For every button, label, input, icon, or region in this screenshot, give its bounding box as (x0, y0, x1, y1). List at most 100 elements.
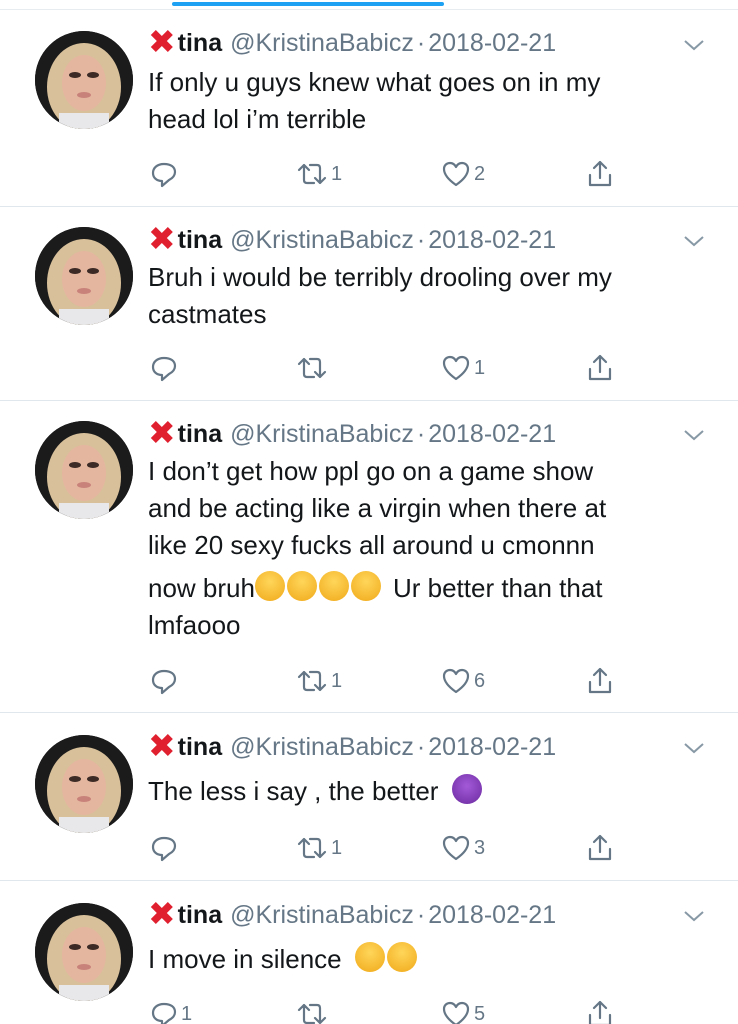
share-button[interactable] (586, 666, 614, 696)
like-button[interactable]: 5 (441, 999, 485, 1024)
avatar[interactable] (35, 903, 133, 1001)
tweet-5[interactable]: ✖tina @KristinaBabicz · 2018-02-21 I move i… (0, 881, 738, 1024)
shushing-face-emoji (386, 942, 417, 972)
tweet-date[interactable]: 2018-02-21 (428, 226, 556, 254)
tweet-4[interactable]: ✖tina @KristinaBabicz · 2018-02-21 The less… (0, 713, 738, 881)
heart-icon (442, 161, 470, 187)
avatar-photo (35, 735, 133, 833)
chevron-down-icon[interactable] (681, 738, 707, 758)
display-name[interactable]: tina (178, 733, 222, 761)
retweet-button[interactable]: 1 (296, 833, 342, 863)
reply-button[interactable] (150, 833, 181, 863)
timeline-screen: ✖tina @KristinaBabicz · 2018-02-21 If only … (0, 0, 738, 1024)
weary-face-emoji (350, 571, 381, 601)
retweet-button[interactable] (296, 999, 331, 1024)
tweet-line: lmfaooo (148, 610, 241, 640)
top-tab-bar (0, 0, 738, 10)
like-count: 1 (474, 356, 486, 379)
tweet-date[interactable]: 2018-02-21 (428, 901, 556, 929)
heart-icon (442, 835, 470, 861)
avatar[interactable] (35, 735, 133, 833)
tweet-1[interactable]: ✖tina @KristinaBabicz · 2018-02-21 If only … (0, 10, 738, 207)
red-x-icon: ✖ (148, 23, 176, 60)
tweet-date[interactable]: 2018-02-21 (428, 733, 556, 761)
tweet-line: The less i say , the better (148, 776, 439, 806)
tweet-actions: 1 2 (0, 159, 738, 189)
user-handle[interactable]: @KristinaBabicz (230, 226, 414, 254)
like-button[interactable]: 1 (441, 353, 485, 383)
heart-icon (442, 1001, 470, 1024)
tweet-actions: 1 3 (0, 833, 738, 863)
display-name[interactable]: tina (178, 901, 222, 929)
reply-button[interactable] (150, 666, 181, 696)
tweet-line: like 20 sexy fucks all around u cmonnn (148, 530, 595, 560)
avatar-photo (35, 31, 133, 129)
tweet-header: ✖tina @KristinaBabicz · 2018-02-21 (148, 897, 556, 931)
tweet-header: ✖tina @KristinaBabicz · 2018-02-21 (148, 729, 556, 763)
red-x-icon: ✖ (148, 727, 176, 764)
display-name[interactable]: tina (178, 226, 222, 254)
chevron-down-icon[interactable] (681, 425, 707, 445)
reply-button[interactable] (150, 353, 181, 383)
share-icon (588, 667, 612, 694)
shushing-face-emoji (354, 942, 385, 972)
separator-dot: · (416, 420, 426, 448)
like-count: 6 (474, 669, 486, 692)
retweet-count: 1 (331, 836, 343, 859)
like-button[interactable]: 2 (441, 159, 485, 189)
share-button[interactable] (586, 353, 614, 383)
tweet-actions: 1 6 (0, 666, 738, 696)
like-count: 3 (474, 836, 486, 859)
tweet-line: I don’t get how ppl go on a game show (148, 456, 594, 486)
avatar[interactable] (35, 227, 133, 325)
chevron-down-icon[interactable] (681, 906, 707, 926)
tweet-3[interactable]: ✖tina @KristinaBabicz · 2018-02-21 I don’t … (0, 401, 738, 713)
share-button[interactable] (586, 999, 614, 1024)
retweet-button[interactable]: 1 (296, 159, 342, 189)
display-name[interactable]: tina (178, 29, 222, 57)
user-handle[interactable]: @KristinaBabicz (230, 901, 414, 929)
like-button[interactable]: 6 (441, 666, 485, 696)
tweet-date[interactable]: 2018-02-21 (428, 420, 556, 448)
reply-icon (151, 162, 177, 188)
tweet-date[interactable]: 2018-02-21 (428, 29, 556, 57)
tweet-text: If only u guys knew what goes on in my h… (148, 64, 708, 138)
display-name[interactable]: tina (178, 420, 222, 448)
reply-button[interactable] (150, 159, 181, 189)
user-handle[interactable]: @KristinaBabicz (230, 420, 414, 448)
user-handle[interactable]: @KristinaBabicz (230, 29, 414, 57)
retweet-icon (297, 357, 327, 379)
separator-dot: · (416, 226, 426, 254)
heart-icon (442, 668, 470, 694)
reply-button[interactable]: 1 (150, 999, 192, 1024)
avatar-photo (35, 421, 133, 519)
user-handle[interactable]: @KristinaBabicz (230, 733, 414, 761)
chevron-down-icon[interactable] (681, 231, 707, 251)
retweet-icon (297, 163, 327, 185)
retweet-button[interactable] (296, 353, 331, 383)
share-button[interactable] (586, 159, 614, 189)
retweet-count: 1 (331, 669, 343, 692)
avatar[interactable] (35, 31, 133, 129)
chevron-down-icon[interactable] (681, 35, 707, 55)
retweet-button[interactable]: 1 (296, 666, 342, 696)
reply-icon (151, 669, 177, 695)
tweet-line: Bruh i would be terribly drooling over m… (148, 262, 612, 292)
tweet-line: head lol i’m terrible (148, 104, 367, 134)
weary-face-emoji (254, 571, 285, 601)
like-button[interactable]: 3 (441, 833, 485, 863)
tweet-2[interactable]: ✖tina @KristinaBabicz · 2018-02-21 Bruh i w… (0, 207, 738, 401)
like-count: 5 (474, 1002, 486, 1024)
reply-count: 1 (181, 1002, 193, 1024)
share-button[interactable] (586, 833, 614, 863)
tweet-line: If only u guys knew what goes on in my (148, 67, 601, 97)
weary-face-emoji (318, 571, 349, 601)
reply-icon (151, 356, 177, 382)
avatar[interactable] (35, 421, 133, 519)
separator-dot: · (416, 901, 426, 929)
separator-dot: · (416, 733, 426, 761)
tweet-header: ✖tina @KristinaBabicz · 2018-02-21 (148, 416, 556, 450)
tweet-line: castmates (148, 299, 267, 329)
share-icon (588, 834, 612, 861)
share-icon (588, 160, 612, 187)
